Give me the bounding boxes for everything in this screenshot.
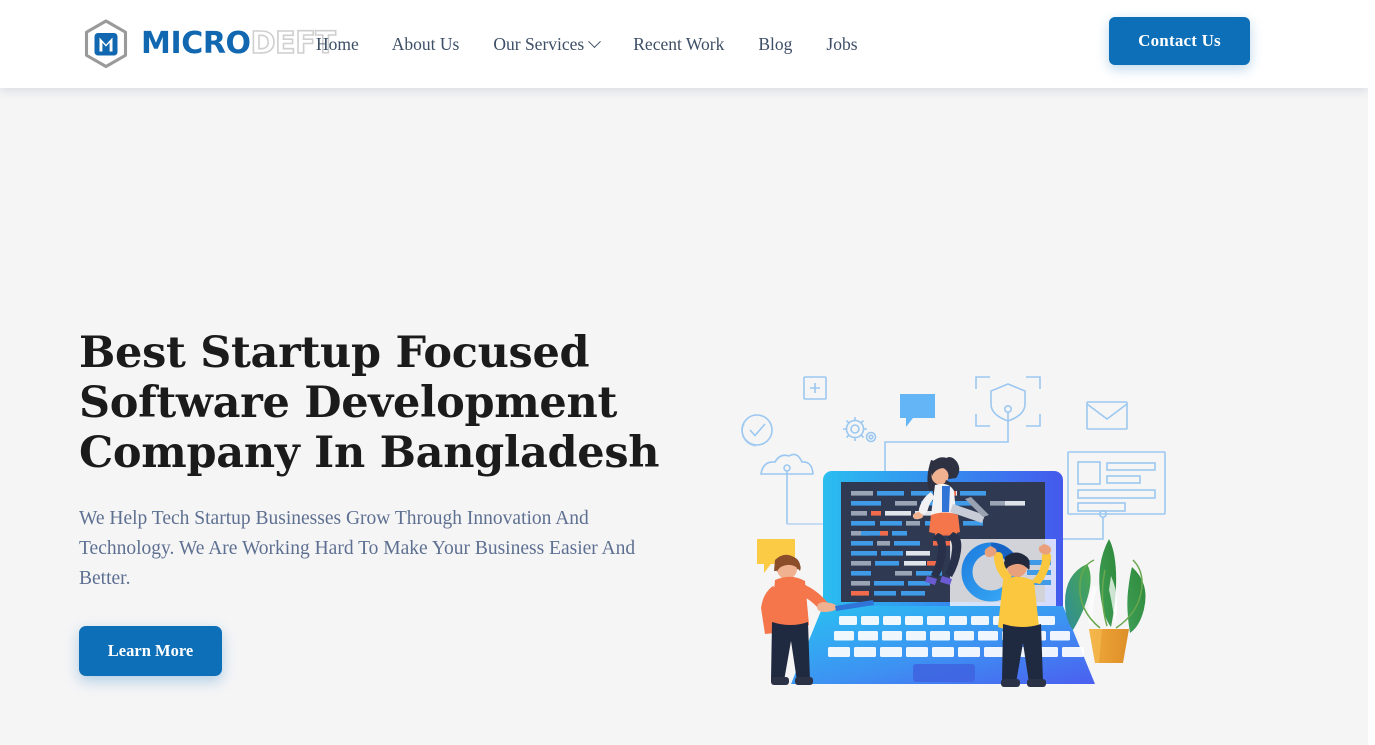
site-header: MICRO DEFT Home About Us Our Services Re… <box>0 0 1368 88</box>
envelope-icon <box>1086 401 1128 430</box>
main-navigation: Home About Us Our Services Recent Work B… <box>316 0 892 88</box>
gear-icon <box>843 417 877 443</box>
hexagon-monogram-icon <box>84 19 128 69</box>
nav-item-about-us[interactable]: About Us <box>392 34 494 55</box>
nav-label: Home <box>316 33 359 54</box>
nav-label: Jobs <box>826 33 858 54</box>
page-root: MICRO DEFT Home About Us Our Services Re… <box>0 0 1375 745</box>
scrollbar-track[interactable] <box>1368 0 1375 745</box>
logo-text-primary: MICRO <box>141 26 251 61</box>
trackpad <box>913 664 975 682</box>
header-inner: MICRO DEFT Home About Us Our Services Re… <box>0 0 1368 88</box>
nav-label: About Us <box>391 33 460 54</box>
nav-label: Blog <box>758 33 793 54</box>
nav-item-home[interactable]: Home <box>316 34 392 55</box>
nav-item-jobs[interactable]: Jobs <box>826 34 891 55</box>
nav-label: Recent Work <box>633 33 725 54</box>
learn-more-button[interactable]: Learn More <box>79 626 222 676</box>
nav-item-recent-work[interactable]: Recent Work <box>633 34 758 55</box>
browser-viewport: MICRO DEFT Home About Us Our Services Re… <box>0 0 1368 745</box>
contact-us-button[interactable]: Contact Us <box>1109 17 1250 65</box>
logo-wordmark: MICRO DEFT <box>141 26 337 61</box>
hero-copy: Best Startup Focused Software Developmen… <box>79 328 719 676</box>
nav-label: Our Services <box>493 33 585 54</box>
hero-illustration <box>741 376 1166 687</box>
hero-section: Best Startup Focused Software Developmen… <box>0 88 1368 745</box>
shield-icon <box>884 376 1041 474</box>
hero-subtitle: We Help Tech Startup Businesses Grow Thr… <box>79 508 636 589</box>
nav-item-blog[interactable]: Blog <box>758 34 826 55</box>
check-circle-icon <box>741 414 773 447</box>
cloud-icon <box>760 453 814 524</box>
chevron-down-icon <box>588 34 602 48</box>
site-logo[interactable]: MICRO DEFT <box>80 15 337 73</box>
plus-square-icon <box>803 376 827 400</box>
hero-title: Best Startup Focused Software Developmen… <box>79 328 660 478</box>
chat-bubble-icon <box>900 394 935 427</box>
nav-item-our-services[interactable]: Our Services <box>493 34 633 55</box>
